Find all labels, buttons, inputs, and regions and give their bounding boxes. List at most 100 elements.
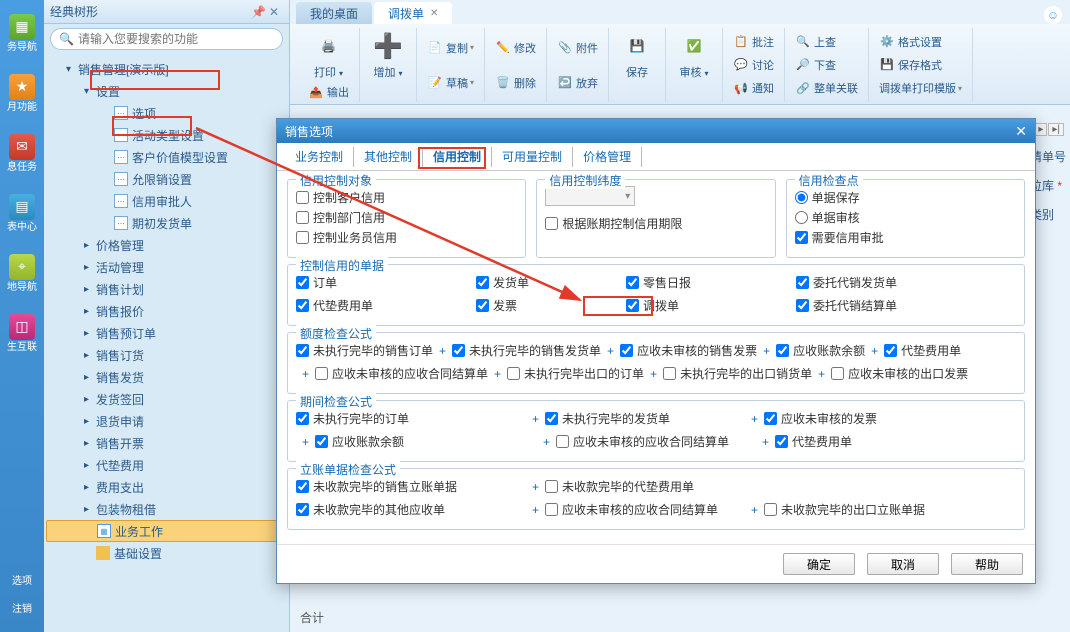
chk-order[interactable]: 订单 [296,274,476,291]
tree-packaging[interactable]: ▸包装物租借 [46,498,287,520]
tree-root-sales[interactable]: ▾销售管理[演示版] [46,58,287,80]
down-check-button[interactable]: 🔎下查 [793,55,838,75]
cancel-button[interactable]: 取消 [867,553,939,575]
tab-transfer-order[interactable]: 调拨单✕ [374,2,452,24]
chk-p2[interactable]: 未执行完毕的发货单 [545,410,745,427]
tree-initial-delivery[interactable]: ⋯期初发货单 [46,212,287,234]
chk-q1[interactable]: 未执行完毕的销售订单 [296,342,433,359]
chk-p5[interactable]: 应收未审核的应收合同结算单 [556,433,756,450]
tree-sales-delivery[interactable]: ▸销售发货 [46,366,287,388]
dtab-other-control[interactable]: 其他控制 [354,147,423,167]
credit-dim-select[interactable]: ▾ [545,186,635,206]
tree-sales-plan[interactable]: ▸销售计划 [46,278,287,300]
dialog-titlebar[interactable]: 销售选项 ✕ [277,119,1035,143]
leftnav-item-4[interactable]: ⌖地导航 [2,244,42,302]
chk-q7[interactable]: 未执行完毕出口的订单 [507,365,644,382]
tree-return-request[interactable]: ▸退货申请 [46,410,287,432]
batch-note-button[interactable]: 📋批注 [731,32,776,52]
save-format-button[interactable]: 💾保存格式 [877,55,944,75]
print-template-button[interactable]: 调拨单打印模版▾ [877,78,964,98]
tree-credit-approver[interactable]: ⋯信用审批人 [46,190,287,212]
chk-need-credit-approval[interactable]: 需要信用审批 [795,229,1016,246]
chk-b4[interactable]: 应收未审核的应收合同结算单 [545,501,745,518]
discuss-button[interactable]: 💬讨论 [731,55,776,75]
leftnav-options[interactable]: 选项 [2,568,42,594]
tree-base-settings[interactable]: 基础设置 [46,542,287,564]
delete-button[interactable]: 🗑️删除 [493,73,538,93]
chk-q2[interactable]: 未执行完毕的销售发货单 [452,342,601,359]
tree-allow-limit[interactable]: ⋯允限销设置 [46,168,287,190]
leftnav-item-5[interactable]: ◫生互联 [2,304,42,362]
side-search[interactable]: 🔍 [50,28,283,50]
leftnav-item-2[interactable]: ✉息任务 [2,124,42,182]
tree-activity-type[interactable]: ⋯活动类型设置 [46,124,287,146]
chk-q4[interactable]: 应收账款余额 [776,342,865,359]
chk-dept-credit[interactable]: 控制部门信用 [296,209,517,226]
chk-delivery-doc[interactable]: 发货单 [476,274,626,291]
dtab-available-control[interactable]: 可用量控制 [492,147,573,167]
search-input[interactable] [78,32,274,46]
chk-salesman-credit[interactable]: 控制业务员信用 [296,229,517,246]
chk-p3[interactable]: 应收未审核的发票 [764,410,877,427]
chk-transfer-order[interactable]: 调拨单 [626,297,796,314]
tree-advance-fee[interactable]: ▸代垫费用 [46,454,287,476]
chk-q5[interactable]: 代垫费用单 [884,342,961,359]
tab-close-icon[interactable]: ✕ [430,8,438,19]
chk-q6[interactable]: 应收未审核的应收合同结算单 [315,365,488,382]
chk-p6[interactable]: 代垫费用单 [775,433,852,450]
leftnav-item-1[interactable]: ★月功能 [2,64,42,122]
nav-last-icon[interactable]: ▸| [1048,123,1064,136]
modify-button[interactable]: ✏️修改 [493,38,538,58]
dtab-biz-control[interactable]: 业务控制 [285,147,354,167]
chk-q9[interactable]: 应收未审核的出口发票 [831,365,968,382]
dtab-credit-control[interactable]: 信用控制 [423,147,492,167]
doc-relation-button[interactable]: 🔗整单关联 [793,78,860,98]
notify-button[interactable]: 📢通知 [731,78,776,98]
tree-delivery-return[interactable]: ▸发货签回 [46,388,287,410]
pin-icon[interactable]: 📌 [251,5,265,19]
print-button[interactable]: 🖨️打印 ▾ [309,28,349,82]
chk-b5[interactable]: 未收款完毕的出口立账单据 [764,501,925,518]
leftnav-logout[interactable]: 注销 [2,596,42,622]
chk-p1[interactable]: 未执行完毕的订单 [296,410,526,427]
audit-button[interactable]: ✅审核 ▾ [674,28,714,82]
chk-p4[interactable]: 应收账款余额 [315,433,537,450]
copy-button[interactable]: 📄复制▾ [425,38,476,58]
abandon-button[interactable]: ↩️放弃 [555,73,600,93]
tree-settings[interactable]: ▾设置 [46,80,287,102]
tree-customer-value[interactable]: ⋯客户价值模型设置 [46,146,287,168]
tab-desktop[interactable]: 我的桌面 [296,2,372,24]
chk-b3[interactable]: 未收款完毕的其他应收单 [296,501,526,518]
tree-biz-work[interactable]: ▦业务工作 [46,520,287,542]
chk-customer-credit[interactable]: 控制客户信用 [296,189,517,206]
output-button[interactable]: 📤输出 [306,82,351,102]
tree-options[interactable]: ⋯选项 [46,102,287,124]
tree-expense[interactable]: ▸费用支出 [46,476,287,498]
tree-sales-invoice[interactable]: ▸销售开票 [46,432,287,454]
chk-consign-settlement[interactable]: 委托代销结算单 [796,297,966,314]
leftnav-item-3[interactable]: ▤表中心 [2,184,42,242]
radio-doc-audit[interactable]: 单据审核 [795,209,1016,226]
tree-sales-quote[interactable]: ▸销售报价 [46,300,287,322]
attach-button[interactable]: 📎附件 [555,38,600,58]
chk-retail-daily[interactable]: 零售日报 [626,274,796,291]
dialog-close-icon[interactable]: ✕ [1015,123,1027,140]
chk-b2[interactable]: 未收款完毕的代垫费用单 [545,478,745,495]
draft-button[interactable]: 📝草稿▾ [425,73,476,93]
format-button[interactable]: ⚙️格式设置 [877,32,944,52]
ok-button[interactable]: 确定 [783,553,855,575]
tree-price-mgmt[interactable]: ▸价格管理 [46,234,287,256]
close-panel-icon[interactable]: ✕ [269,5,283,19]
chk-advance-fee-doc[interactable]: 代垫费用单 [296,297,476,314]
chk-b1[interactable]: 未收款完毕的销售立账单据 [296,478,526,495]
chk-account-period[interactable]: 根据账期控制信用期限 [545,215,766,232]
user-icon[interactable]: ☺ [1044,6,1062,24]
nav-next-icon[interactable]: ▸ [1034,123,1047,136]
tree-sales-order[interactable]: ▸销售订货 [46,344,287,366]
chk-consign-delivery[interactable]: 委托代销发货单 [796,274,966,291]
chk-q3[interactable]: 应收未审核的销售发票 [620,342,757,359]
save-button[interactable]: 💾保存 [617,28,657,82]
help-button[interactable]: 帮助 [951,553,1023,575]
up-check-button[interactable]: 🔍上查 [793,32,838,52]
leftnav-item-0[interactable]: ▦务导航 [2,4,42,62]
